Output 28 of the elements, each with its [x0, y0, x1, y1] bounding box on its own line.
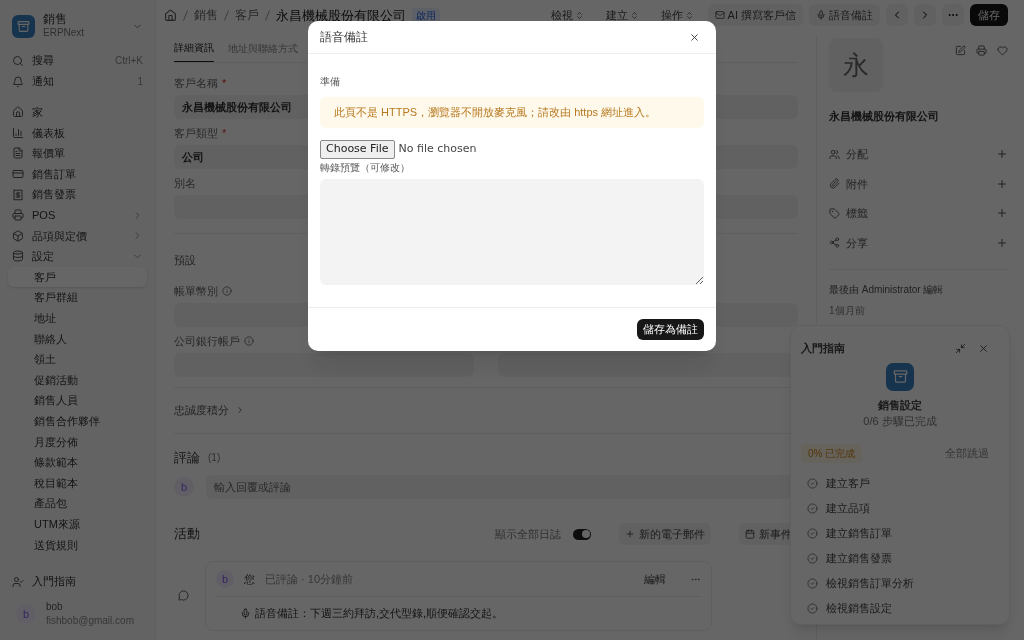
- comment-author: 您: [244, 571, 255, 587]
- side-action-label: 標籤: [846, 206, 869, 221]
- panel-title: 入門指南: [801, 341, 846, 356]
- required-mark: *: [222, 127, 227, 139]
- page-title: 永昌機械股份有限公司: [276, 7, 406, 23]
- section-title: 預設: [174, 254, 197, 266]
- status-text: 準備: [320, 75, 341, 89]
- user-avatar: b: [216, 570, 234, 588]
- side-action-label: 分配: [846, 147, 869, 162]
- side-action-label: 附件: [846, 176, 869, 192]
- user-avatar: b: [174, 477, 194, 497]
- dialog-title: 語音備註: [320, 29, 369, 46]
- modified-by: 最後由 Administrator 編輯: [829, 282, 945, 297]
- app-title: 銷售: [43, 12, 68, 26]
- customer-avatar: 永: [829, 38, 883, 92]
- warning-banner: 此頁不是 HTTPS，瀏覽器不開放麥克風；請改由 https 網址進入。: [320, 97, 704, 128]
- file-status: No file chosen: [398, 141, 477, 158]
- comment-text: 語音備註：下週三約拜訪,交代型錄,順便確認交起。: [255, 606, 504, 621]
- field-label: 轉錄預覽（可修改）: [320, 161, 411, 175]
- module-title: 銷售設定: [878, 397, 922, 413]
- required-mark: *: [222, 77, 227, 89]
- customer-name: 永昌機械股份有限公司: [829, 109, 940, 124]
- side-action-label: 分享: [846, 235, 869, 251]
- activity-title: 活動: [174, 525, 201, 544]
- percent-badge: 0% 已完成: [801, 443, 863, 463]
- user-avatar: b: [16, 604, 36, 624]
- user-name: bob: [46, 600, 64, 614]
- comments-title: 評論: [174, 448, 200, 467]
